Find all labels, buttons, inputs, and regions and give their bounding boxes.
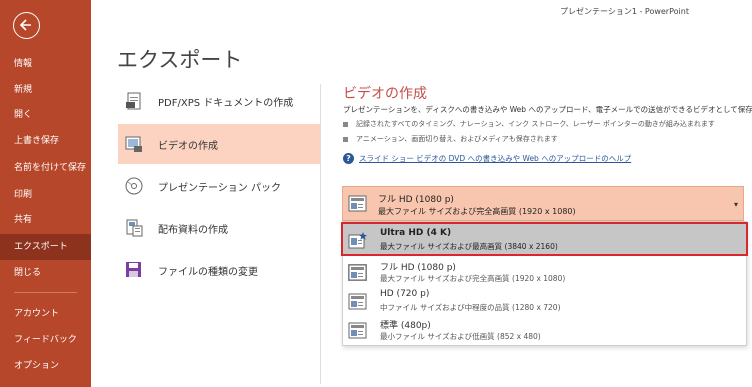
pdf-document-icon [126,92,141,110]
menu-item-standard[interactable]: 標準 (480p) 最小ファイル サイズおよび低画質 (852 x 480) [343,314,746,344]
slide-video-icon [348,195,367,212]
help-question-icon: ? [343,153,354,164]
disc-package-icon [125,177,143,195]
menu-item-subtitle: 最大ファイル サイズおよび最高画質 (3840 x 2160) [380,242,558,251]
window-title: プレゼンテーション1 - PowerPoint [560,7,689,16]
video-bullet: 記録されたすべてのタイミング、ナレーション、インク ストローク、レーザー ポイン… [343,119,715,129]
sidebar-divider [14,292,77,293]
sidebar-item-open[interactable]: 開く [0,102,91,128]
dropdown-selected-title: フル HD (1080 p) [378,195,454,205]
menu-item-ultra-hd[interactable]: Ultra HD (4 K) 最大ファイル サイズおよび最高画質 (3840 x… [341,222,748,256]
menu-item-full-hd[interactable]: フル HD (1080 p) 最大ファイル サイズおよび完全高画質 (1920 … [343,256,746,286]
video-description: プレゼンテーションを、ディスクへの書き込みや Web へのアップロード、電子メー… [343,105,752,114]
slide-video-icon [348,293,367,310]
bullet-square-icon [343,136,348,142]
slide-video-icon [348,264,367,281]
app-window: 情報 新規 開く 上書き保存 名前を付けて保存 印刷 共有 エクスポート 閉じる… [0,0,752,387]
menu-item-subtitle: 最大ファイル サイズおよび完全高画質 (1920 x 1080) [380,274,566,283]
sidebar-item-share[interactable]: 共有 [0,207,91,233]
dropdown-selected-subtitle: 最大ファイル サイズおよび完全高画質 (1920 x 1080) [378,207,576,216]
export-option-label: PDF/XPS ドキュメントの作成 [158,98,294,109]
save-file-type-icon [126,262,141,277]
sidebar-item-save-as[interactable]: 名前を付けて保存 [0,155,91,181]
help-link[interactable]: スライド ショー ビデオの DVD への書き込みや Web へのアップロードのヘ… [359,154,631,163]
export-option-label: ファイルの種類の変更 [158,267,258,278]
chevron-down-icon: ▾ [733,200,738,209]
export-option-label: プレゼンテーション パック [158,183,281,194]
ultra-hd-star-icon [348,232,367,249]
menu-item-subtitle: 中ファイル サイズおよび中程度の品質 (1280 x 720) [380,303,561,312]
panel-divider [320,84,321,384]
export-option-package[interactable]: プレゼンテーション パック [118,166,320,206]
menu-item-hd[interactable]: HD (720 p) 中ファイル サイズおよび中程度の品質 (1280 x 72… [343,285,746,315]
sidebar-item-account[interactable]: アカウント [0,301,91,327]
sidebar-item-print[interactable]: 印刷 [0,182,91,208]
menu-item-title: HD (720 p) [380,289,430,299]
video-quality-dropdown[interactable]: フル HD (1080 p) 最大ファイル サイズおよび完全高画質 (1920 … [342,186,744,221]
video-icon [125,136,142,152]
slide-video-icon [348,322,367,339]
video-bullet: アニメーション、画面切り替え、およびメディアも保存されます [343,134,558,144]
backstage-sidebar: 情報 新規 開く 上書き保存 名前を付けて保存 印刷 共有 エクスポート 閉じる… [0,0,91,387]
sidebar-item-save[interactable]: 上書き保存 [0,128,91,154]
video-section-title: ビデオの作成 [343,86,427,102]
sidebar-item-close[interactable]: 閉じる [0,260,91,286]
video-quality-menu: Ultra HD (4 K) 最大ファイル サイズおよび最高画質 (3840 x… [341,221,748,346]
export-option-label: ビデオの作成 [158,141,218,152]
export-option-label: 配布資料の作成 [158,225,228,236]
help-link-row: ? スライド ショー ビデオの DVD への書き込みや Web へのアップロードの… [343,153,631,164]
menu-item-title: 標準 (480p) [380,321,431,331]
menu-item-title: フル HD (1080 p) [380,263,456,273]
bullet-square-icon [343,121,348,127]
back-arrow-icon [19,19,31,31]
page-title: エクスポート [117,48,243,72]
sidebar-item-info[interactable]: 情報 [0,51,91,77]
sidebar-item-feedback[interactable]: フィードバック [0,327,91,353]
sidebar-item-options[interactable]: オプション [0,353,91,379]
handout-icon [126,219,143,237]
back-button[interactable] [13,12,40,39]
sidebar-item-new[interactable]: 新規 [0,77,91,103]
export-option-pdf[interactable]: PDF/XPS ドキュメントの作成 [118,81,320,121]
menu-item-subtitle: 最小ファイル サイズおよび低画質 (852 x 480) [380,332,541,341]
export-option-change-type[interactable]: ファイルの種類の変更 [118,250,320,290]
menu-item-title: Ultra HD (4 K) [380,228,452,238]
export-option-handout[interactable]: 配布資料の作成 [118,208,320,248]
sidebar-item-export[interactable]: エクスポート [0,234,91,260]
export-option-video[interactable]: ビデオの作成 [118,124,320,164]
